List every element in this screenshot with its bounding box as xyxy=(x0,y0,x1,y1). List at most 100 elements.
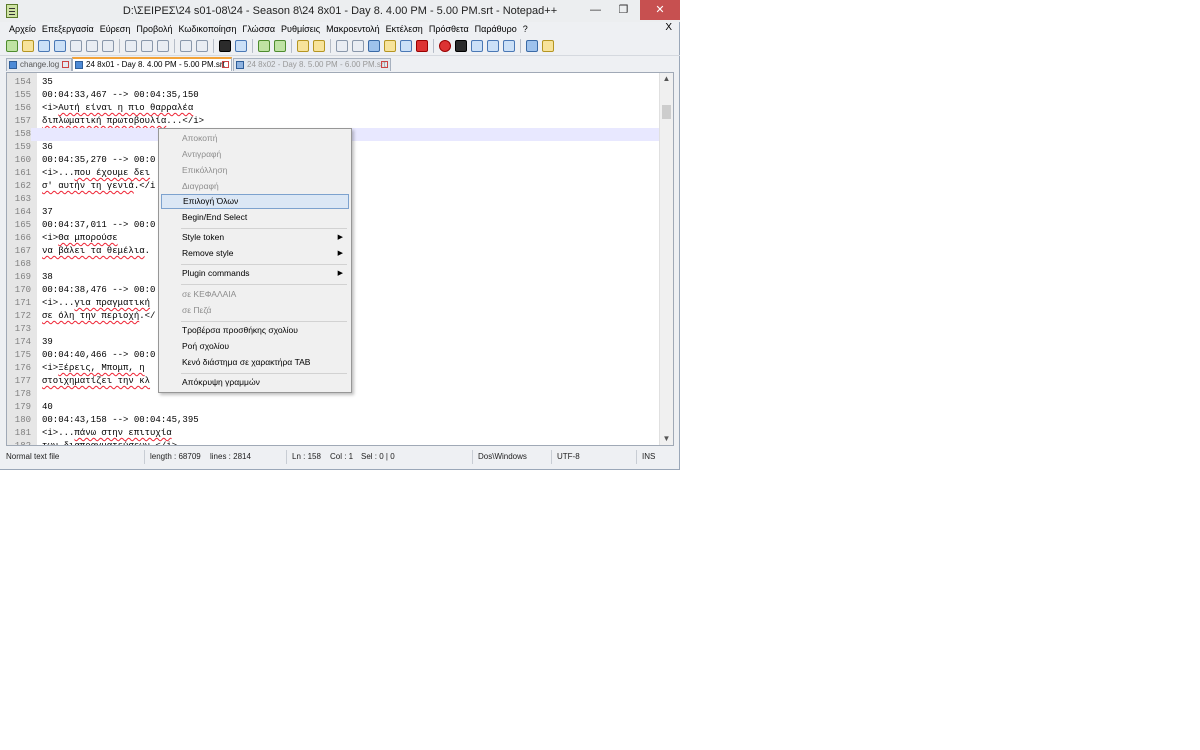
ctx-lowercase[interactable]: σε Πεζά xyxy=(161,303,349,318)
record-macro-icon[interactable] xyxy=(439,39,451,52)
editor-line[interactable]: 179 40 xyxy=(7,401,673,414)
spell-check-icon[interactable] xyxy=(526,39,538,52)
status-divider xyxy=(472,450,473,464)
line-text: να βάλει τα θεμέλια. xyxy=(42,245,150,258)
editor-line[interactable]: 157 διπλωματική πρωτοβουλία...</i> xyxy=(7,115,673,128)
menu-plugins[interactable]: Πρόσθετα xyxy=(426,24,472,34)
sync-horizontal-icon[interactable] xyxy=(313,39,325,52)
save-icon[interactable] xyxy=(38,39,50,52)
save-macro-icon[interactable] xyxy=(503,39,515,52)
editor-line[interactable]: 156 <i>Αυτή είναι η πιο θαρραλέα xyxy=(7,102,673,115)
menu-edit[interactable]: Επεξεργασία xyxy=(39,24,97,34)
find-icon[interactable] xyxy=(219,39,231,52)
menu-run[interactable]: Εκτέλεση xyxy=(383,24,426,34)
menu-bar: Αρχείο Επεξεργασία Εύρεση Προβολή Κωδικο… xyxy=(0,22,680,36)
close-document-button[interactable]: X xyxy=(665,22,672,33)
ctx-plugin-commands[interactable]: Plugin commands ▶ xyxy=(161,266,349,281)
toolbar-separator xyxy=(433,38,434,53)
menu-language[interactable]: Γλώσσα xyxy=(239,24,278,34)
ctx-stream-comment[interactable]: Ροή σχολίου xyxy=(161,339,349,354)
tab-24-8x01[interactable]: 24 8x01 - Day 8. 4.00 PM - 5.00 PM.srt xyxy=(72,57,232,71)
line-number: 166 xyxy=(14,233,31,243)
file-icon xyxy=(236,61,244,69)
line-text-spellcheck: διπλωματική πρωτοβουλία xyxy=(42,116,167,126)
run-macro-multiple-icon[interactable] xyxy=(487,39,499,52)
line-number: 171 xyxy=(14,298,31,308)
close-all-icon[interactable] xyxy=(86,39,98,52)
line-text: στοιχηματίζει την κλ xyxy=(42,375,150,388)
status-col: Col : 1 xyxy=(330,452,354,461)
title-bar[interactable]: D:\ΣΕΙΡΕΣ\24 s01-08\24 - Season 8\24 8x0… xyxy=(0,0,680,22)
menu-macro[interactable]: Μακροεντολή xyxy=(323,24,383,34)
menu-search[interactable]: Εύρεση xyxy=(97,24,134,34)
menu-settings[interactable]: Ρυθμίσεις xyxy=(278,24,323,34)
tab-24-8x02[interactable]: 24 8x02 - Day 8. 5.00 PM - 6.00 PM.srt xyxy=(233,58,391,71)
line-text-spellcheck: που έχουμε δει xyxy=(74,168,151,178)
new-file-icon[interactable] xyxy=(6,39,18,52)
ctx-begin-end-select[interactable]: Begin/End Select xyxy=(161,210,349,225)
editor-line[interactable]: 181 <i>...πάνω στην επιτυχία xyxy=(7,427,673,440)
line-text: 00:04:33,467 --> 00:04:35,150 xyxy=(42,90,199,100)
editor-line[interactable]: 154 35 xyxy=(7,76,673,89)
indent-guide-icon[interactable] xyxy=(368,39,380,52)
line-text-spellcheck: Θα μπορούσε xyxy=(58,233,118,243)
scroll-up-icon[interactable]: ▲ xyxy=(660,73,673,85)
line-number: 177 xyxy=(14,376,31,386)
word-wrap-icon[interactable] xyxy=(336,39,348,52)
vertical-scrollbar[interactable]: ▲ ▼ xyxy=(659,73,673,445)
scroll-down-icon[interactable]: ▼ xyxy=(660,433,673,445)
copy-icon[interactable] xyxy=(141,39,153,52)
zoom-in-icon[interactable] xyxy=(258,39,270,52)
context-menu: Αποκοπή Αντιγραφή Επικόλληση Διαγραφή Επ… xyxy=(158,128,352,393)
menu-window[interactable]: Παράθυρο xyxy=(472,24,520,34)
replace-icon[interactable] xyxy=(235,39,247,52)
ctx-toggle-comment[interactable]: Τροβέρσα προσθήκης σχολίου xyxy=(161,323,349,338)
line-number: 167 xyxy=(14,246,31,256)
tab-change-log[interactable]: change.log xyxy=(6,58,72,71)
show-all-chars-icon[interactable] xyxy=(352,39,364,52)
ctx-delete[interactable]: Διαγραφή xyxy=(161,179,349,194)
menu-help[interactable]: ? xyxy=(520,24,531,34)
ctx-style-token[interactable]: Style token ▶ xyxy=(161,230,349,245)
close-file-icon[interactable] xyxy=(70,39,82,52)
plugin-tool-icon[interactable] xyxy=(542,39,554,52)
undo-icon[interactable] xyxy=(180,39,192,52)
tab-close-icon[interactable] xyxy=(222,61,229,68)
stop-macro-icon[interactable] xyxy=(455,39,467,52)
minimize-button[interactable]: — xyxy=(582,0,609,20)
restore-button[interactable]: ❐ xyxy=(610,0,637,20)
editor-line[interactable]: 180 00:04:43,158 --> 00:04:45,395 xyxy=(7,414,673,427)
redo-icon[interactable] xyxy=(196,39,208,52)
save-all-icon[interactable] xyxy=(54,39,66,52)
ctx-space-to-tab[interactable]: Κενό διάστημα σε χαρακτήρα TAB xyxy=(161,355,349,370)
line-number: 159 xyxy=(14,142,31,152)
scroll-thumb[interactable] xyxy=(662,105,671,119)
editor-line[interactable]: 155 00:04:33,467 --> 00:04:35,150 xyxy=(7,89,673,102)
editor-line[interactable]: 182 των διαπραγματεύσεων.</i> xyxy=(7,440,673,445)
cut-icon[interactable] xyxy=(125,39,137,52)
line-number: 161 xyxy=(14,168,31,178)
menu-encoding[interactable]: Κωδικοποίηση xyxy=(176,24,240,34)
tab-close-icon[interactable] xyxy=(62,61,69,68)
ctx-hide-lines[interactable]: Απόκρυψη γραμμών xyxy=(161,375,349,390)
ctx-paste[interactable]: Επικόλληση xyxy=(161,163,349,178)
play-macro-icon[interactable] xyxy=(471,39,483,52)
line-text: 00:04:43,158 --> 00:04:45,395 xyxy=(42,415,199,425)
ctx-copy[interactable]: Αντιγραφή xyxy=(161,147,349,162)
paste-icon[interactable] xyxy=(157,39,169,52)
ctx-select-all[interactable]: Επιλογή Όλων xyxy=(161,194,349,209)
tab-close-icon[interactable] xyxy=(381,61,388,68)
zoom-out-icon[interactable] xyxy=(274,39,286,52)
print-icon[interactable] xyxy=(102,39,114,52)
menu-file[interactable]: Αρχείο xyxy=(6,24,39,34)
menu-view[interactable]: Προβολή xyxy=(133,24,175,34)
open-file-icon[interactable] xyxy=(22,39,34,52)
language-icon[interactable] xyxy=(384,39,396,52)
function-list-icon[interactable] xyxy=(416,39,428,52)
ctx-remove-style[interactable]: Remove style ▶ xyxy=(161,246,349,261)
sync-vertical-icon[interactable] xyxy=(297,39,309,52)
document-map-icon[interactable] xyxy=(400,39,412,52)
ctx-cut[interactable]: Αποκοπή xyxy=(161,131,349,146)
close-window-button[interactable]: ✕ xyxy=(640,0,680,20)
ctx-uppercase[interactable]: σε ΚΕΦΑΛΑΙΑ xyxy=(161,287,349,302)
